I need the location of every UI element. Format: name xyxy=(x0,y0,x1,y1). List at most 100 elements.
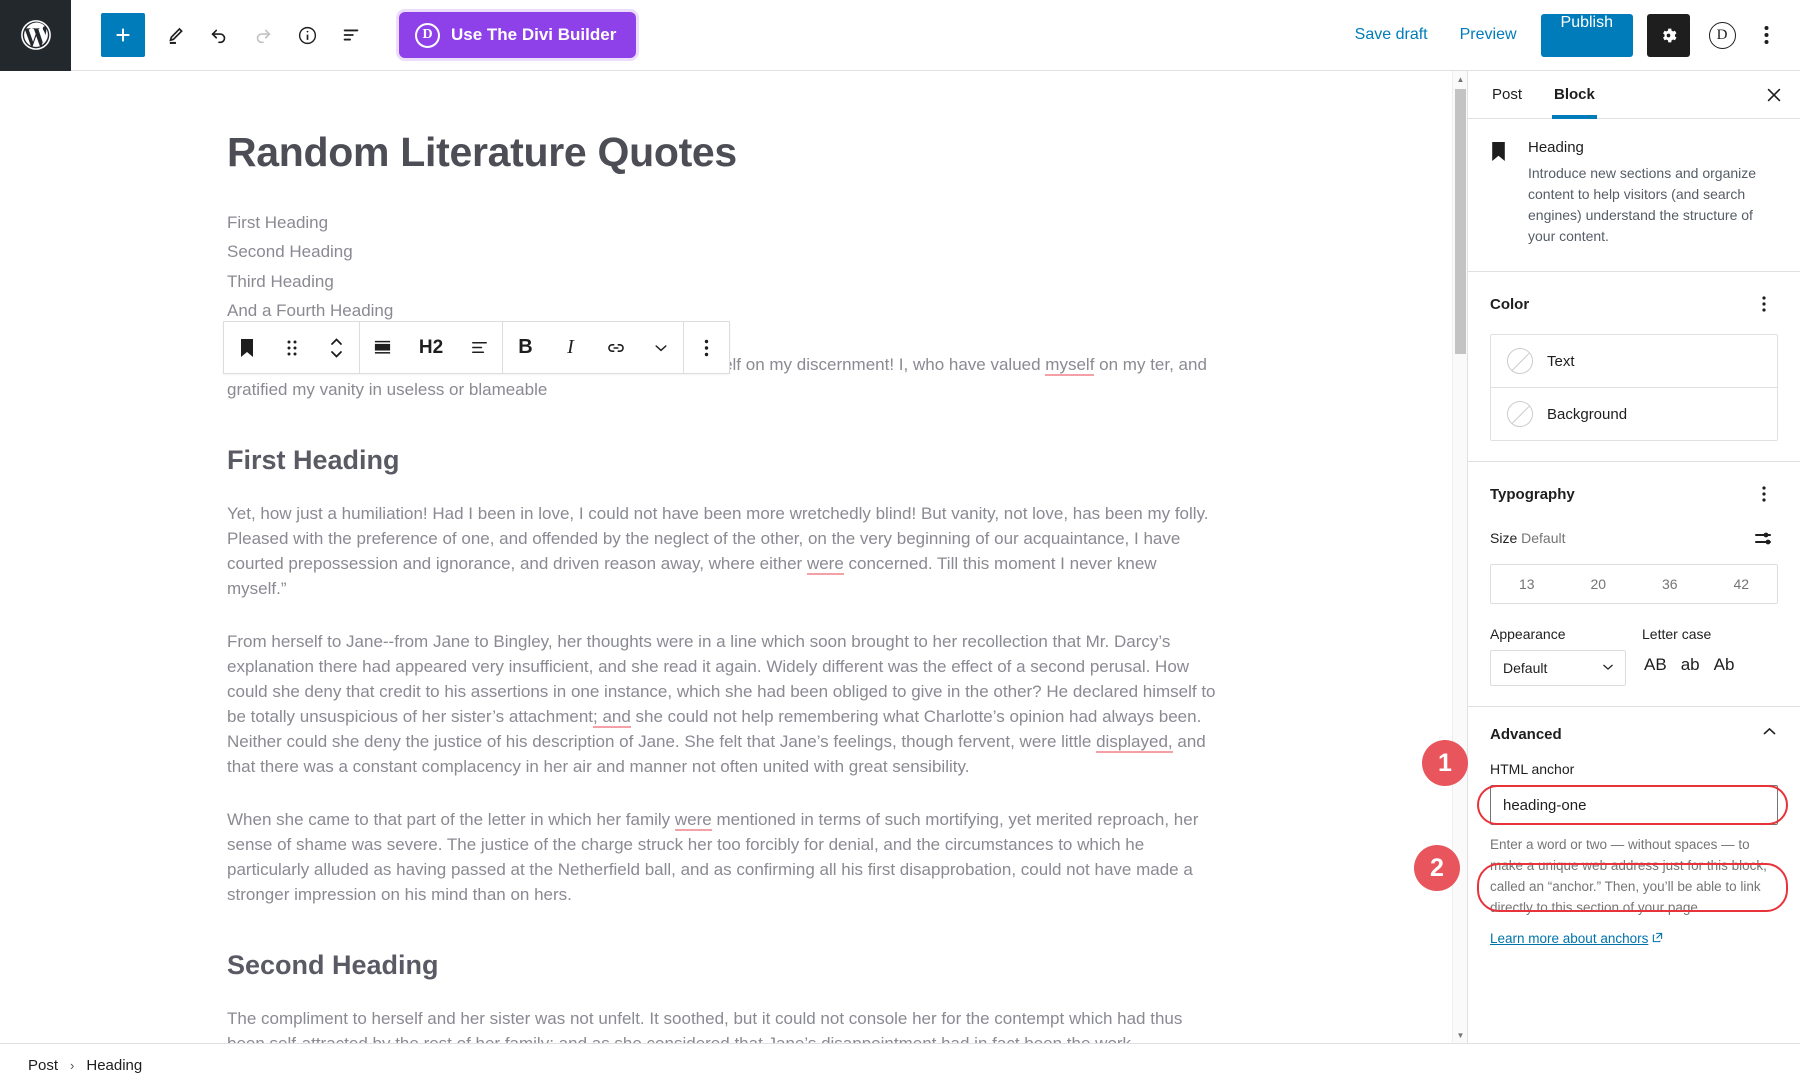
appearance-label: Appearance xyxy=(1490,626,1566,642)
kebab-menu-icon[interactable] xyxy=(684,322,729,373)
heading-bookmark-icon xyxy=(1490,139,1514,247)
letter-case-label: Letter case xyxy=(1642,626,1712,642)
letter-case-capitalize[interactable]: Ab xyxy=(1712,653,1737,677)
save-draft-button[interactable]: Save draft xyxy=(1339,18,1444,52)
annotation-badge-2: 2 xyxy=(1414,845,1460,891)
kebab-menu-icon[interactable] xyxy=(1746,13,1786,57)
info-circle-icon[interactable] xyxy=(285,13,329,57)
breadcrumb-separator-icon: › xyxy=(70,1057,75,1073)
gear-icon[interactable] xyxy=(1647,13,1690,57)
scrollbar-thumb[interactable] xyxy=(1455,89,1466,354)
block-card-description: Introduce new sections and organize cont… xyxy=(1528,165,1757,244)
chevron-up-down-icon[interactable] xyxy=(314,322,359,373)
learn-more-about-anchors-link[interactable]: Learn more about anchors xyxy=(1490,931,1663,946)
color-option-background[interactable]: Background xyxy=(1491,387,1777,440)
settings-sidebar: Post Block Heading Introduce new section… xyxy=(1467,71,1800,1043)
appearance-select[interactable]: Default xyxy=(1490,650,1626,686)
tab-post[interactable]: Post xyxy=(1476,71,1538,119)
appearance-value: Default xyxy=(1503,660,1548,676)
chevron-down-icon[interactable] xyxy=(638,322,683,373)
editor-canvas[interactable]: Random Literature Quotes First Heading S… xyxy=(0,71,1452,1043)
bold-button[interactable]: B xyxy=(503,322,548,373)
heading-level-button[interactable]: H2 xyxy=(405,322,457,373)
color-section: Color Text Background xyxy=(1468,272,1800,462)
preview-button[interactable]: Preview xyxy=(1444,18,1533,52)
spellcheck-word: ; and xyxy=(593,707,631,729)
paragraph-text: When she came to that part of the letter… xyxy=(227,810,675,830)
kebab-menu-icon[interactable] xyxy=(1750,290,1778,318)
paragraph-3[interactable]: When she came to that part of the letter… xyxy=(227,808,1217,908)
list-item[interactable]: And a Fourth Heading xyxy=(227,298,1225,323)
align-text-icon[interactable] xyxy=(457,322,502,373)
letter-case-lowercase[interactable]: ab xyxy=(1679,653,1702,677)
heading-first[interactable]: First Heading xyxy=(227,445,1225,476)
canvas-scrollbar[interactable]: ▲ ▼ xyxy=(1452,71,1467,1043)
block-toolbar[interactable]: H2 B I xyxy=(223,321,730,374)
font-size-36[interactable]: 36 xyxy=(1634,565,1706,603)
paragraph-text: on my xyxy=(1094,355,1146,375)
post-title[interactable]: Random Literature Quotes xyxy=(227,129,1225,176)
sidebar-tabs: Post Block xyxy=(1468,71,1800,119)
kebab-menu-icon[interactable] xyxy=(1750,480,1778,508)
advanced-accordion[interactable]: Advanced xyxy=(1468,707,1800,761)
appearance-control: Appearance Default xyxy=(1490,626,1626,686)
list-item[interactable]: Third Heading xyxy=(227,269,1225,294)
breadcrumb-heading[interactable]: Heading xyxy=(86,1057,142,1074)
typography-section: Typography Size Default 13 20 36 42 Appe… xyxy=(1468,462,1800,707)
anchor-link-label: Learn more about anchors xyxy=(1490,930,1649,946)
scroll-down-arrow-icon[interactable]: ▼ xyxy=(1453,1027,1468,1043)
font-size-presets: 13 20 36 42 xyxy=(1490,564,1778,604)
block-toolbar-group-options xyxy=(684,322,729,373)
letter-case-uppercase[interactable]: AB xyxy=(1642,653,1669,677)
breadcrumb-post[interactable]: Post xyxy=(28,1057,58,1074)
use-divi-builder-button[interactable]: D Use The Divi Builder xyxy=(399,12,637,58)
undo-arrow-icon[interactable] xyxy=(197,13,241,57)
html-anchor-block: HTML anchor Enter a word or two — withou… xyxy=(1468,761,1800,962)
font-size-42[interactable]: 42 xyxy=(1705,565,1777,603)
font-size-13[interactable]: 13 xyxy=(1491,565,1563,603)
divi-menu-icon[interactable]: D xyxy=(1700,13,1744,57)
font-size-label: Size Default xyxy=(1490,530,1566,546)
font-size-20[interactable]: 20 xyxy=(1562,565,1634,603)
editor-top-bar: D Use The Divi Builder Save draft Previe… xyxy=(0,0,1800,71)
heading-links-list: First Heading Second Heading Third Headi… xyxy=(227,210,1225,323)
publish-button[interactable]: Publish xyxy=(1540,13,1633,57)
spellcheck-word: displayed, xyxy=(1096,732,1173,754)
close-icon[interactable] xyxy=(1752,73,1796,117)
html-anchor-label: HTML anchor xyxy=(1490,761,1575,777)
align-block-icon[interactable] xyxy=(360,322,405,373)
block-toolbar-group-block xyxy=(224,322,360,373)
pencil-icon[interactable] xyxy=(153,13,197,57)
link-icon[interactable] xyxy=(593,322,638,373)
paragraph-2[interactable]: From herself to Jane--from Jane to Bingl… xyxy=(227,630,1217,780)
breadcrumb-bar: Post › Heading xyxy=(0,1043,1800,1086)
redo-arrow-icon[interactable] xyxy=(241,13,285,57)
html-anchor-input[interactable] xyxy=(1490,785,1778,825)
sliders-icon[interactable] xyxy=(1750,524,1778,552)
spellcheck-word: myself xyxy=(1045,355,1095,377)
heading-second[interactable]: Second Heading xyxy=(227,950,1225,981)
chevron-down-icon xyxy=(1601,660,1615,677)
bookmark-icon[interactable] xyxy=(224,322,269,373)
divi-letter: D xyxy=(1708,21,1736,49)
spellcheck-word: were xyxy=(806,554,844,576)
scroll-up-arrow-icon[interactable]: ▲ xyxy=(1453,71,1468,87)
list-view-icon[interactable] xyxy=(329,13,373,57)
top-bar-actions: Save draft Preview Publish D xyxy=(1339,13,1800,57)
chevron-up-icon xyxy=(1761,723,1778,745)
paragraph-4[interactable]: The compliment to herself and her sister… xyxy=(227,1007,1217,1043)
tab-block[interactable]: Block xyxy=(1538,71,1611,119)
drag-dots-icon[interactable] xyxy=(269,322,314,373)
font-size-value: Default xyxy=(1521,530,1566,546)
list-item[interactable]: Second Heading xyxy=(227,239,1225,264)
no-color-swatch-icon xyxy=(1507,348,1533,374)
italic-button[interactable]: I xyxy=(548,322,593,373)
html-anchor-help-text: Enter a word or two — without spaces — t… xyxy=(1490,837,1767,915)
list-item[interactable]: First Heading xyxy=(227,210,1225,235)
wordpress-logo-icon[interactable] xyxy=(0,0,71,71)
color-options-box: Text Background xyxy=(1490,334,1778,441)
add-block-button[interactable] xyxy=(101,13,145,57)
color-option-text[interactable]: Text xyxy=(1491,335,1777,387)
paragraph-1[interactable]: Yet, how just a humiliation! Had I been … xyxy=(227,502,1217,602)
color-option-label: Text xyxy=(1547,352,1575,370)
